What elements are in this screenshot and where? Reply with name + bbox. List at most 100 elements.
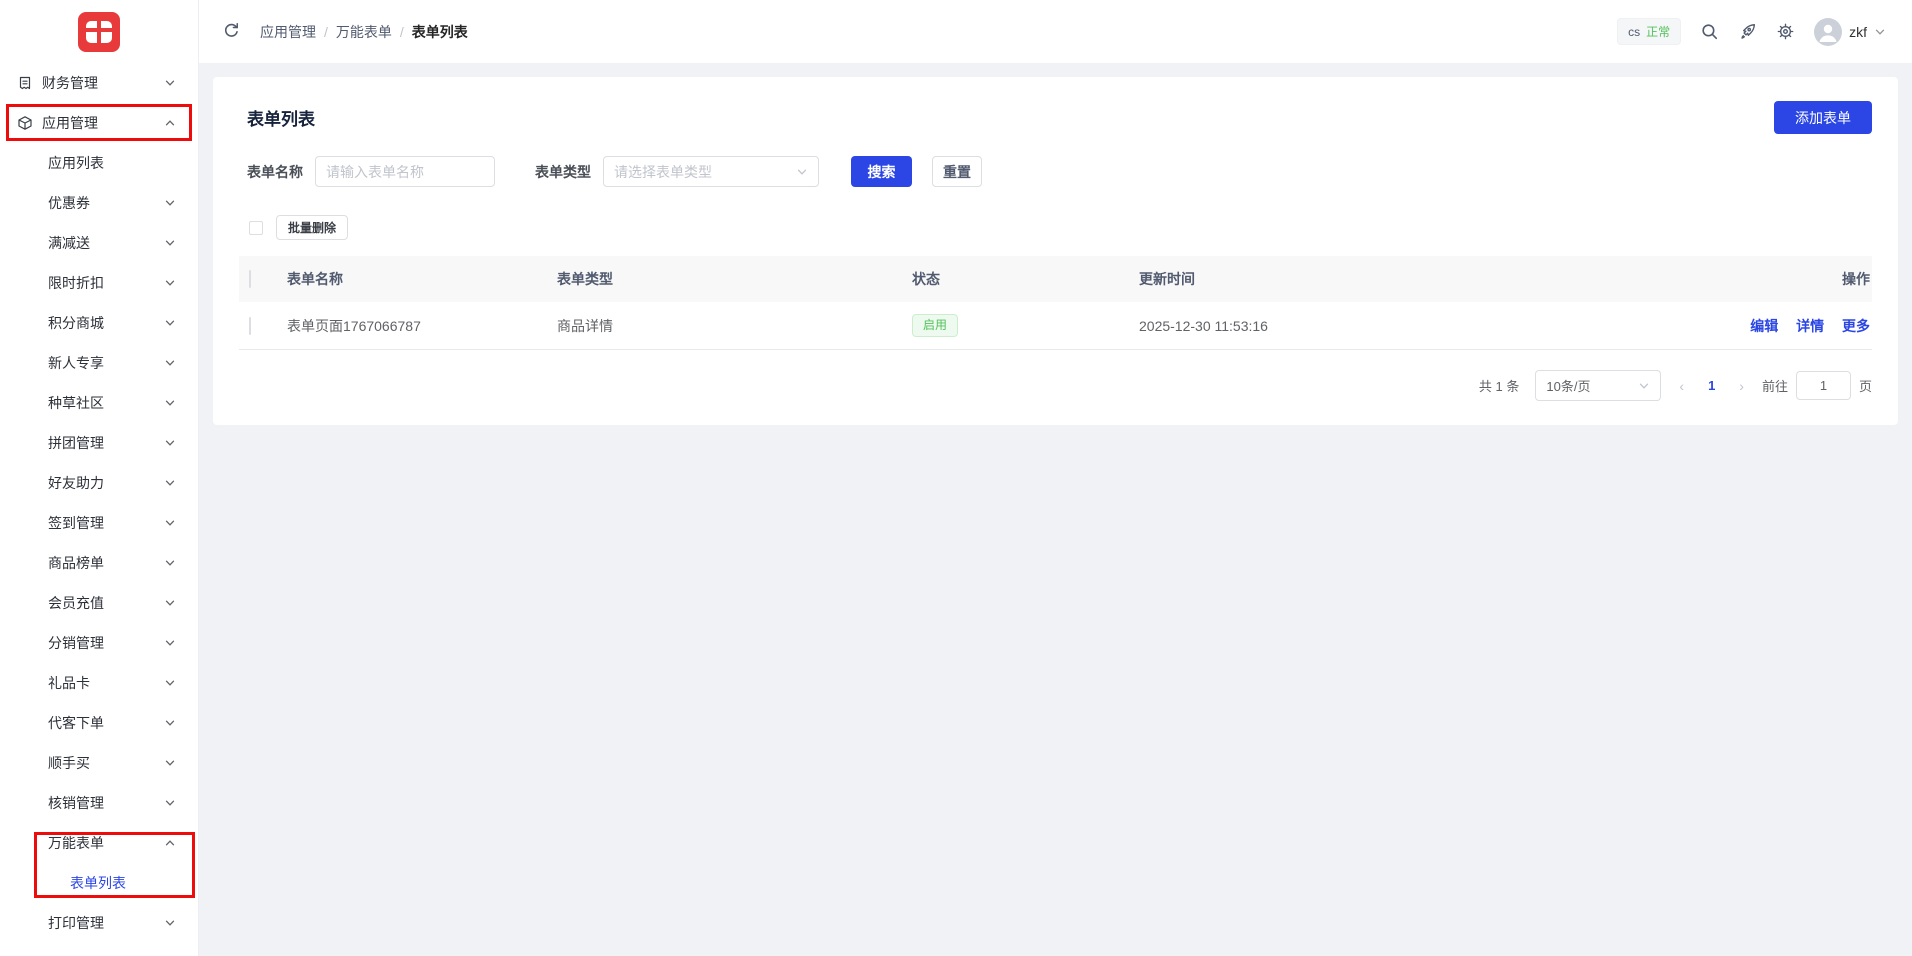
sidebar-menu: 财务管理 应用管理 应用列表 优惠券 满减送 限时折扣 积分商城 新人专享 种草… <box>0 63 198 943</box>
cell-updated-time: 2025-12-30 11:53:16 <box>1139 317 1268 334</box>
chevron-down-icon <box>164 277 176 289</box>
avatar <box>1814 17 1843 46</box>
rocket-icon[interactable] <box>1738 22 1757 41</box>
chevron-down-icon <box>164 677 176 689</box>
sidebar-item-product-ranking[interactable]: 商品榜单 <box>0 543 198 583</box>
more-link[interactable]: 更多 <box>1842 318 1870 334</box>
sidebar-item-full-discount[interactable]: 满减送 <box>0 223 198 263</box>
add-form-button[interactable]: 添加表单 <box>1774 101 1872 134</box>
search-icon[interactable] <box>1700 22 1719 41</box>
gear-icon[interactable] <box>1776 22 1795 41</box>
chevron-up-icon <box>164 117 176 129</box>
username: zkf <box>1849 23 1867 40</box>
finance-icon <box>17 75 33 91</box>
chevron-down-icon <box>164 317 176 329</box>
chevron-down-icon <box>164 437 176 449</box>
apps-icon <box>17 115 33 131</box>
chevron-down-icon <box>1640 383 1649 389</box>
main-area: 应用管理 / 万能表单 / 表单列表 cs 正常 zkf 表单列表 添加表单 表… <box>199 0 1912 425</box>
reset-button[interactable]: 重置 <box>932 156 982 187</box>
chevron-down-icon <box>164 797 176 809</box>
sidebar-item-points-mall[interactable]: 积分商城 <box>0 303 198 343</box>
sidebar-item-group-buy[interactable]: 拼团管理 <box>0 423 198 463</box>
breadcrumb-item[interactable]: 应用管理 <box>260 22 316 42</box>
sidebar-item-sign-in[interactable]: 签到管理 <box>0 503 198 543</box>
sidebar-item-friend-boost[interactable]: 好友助力 <box>0 463 198 503</box>
sidebar-item-valet-order[interactable]: 代客下单 <box>0 703 198 743</box>
page-title: 表单列表 <box>247 110 315 129</box>
sidebar-item-gift-card[interactable]: 礼品卡 <box>0 663 198 703</box>
sidebar-item-print[interactable]: 打印管理 <box>0 903 198 943</box>
sidebar-item-apps[interactable]: 应用管理 <box>0 103 198 143</box>
form-type-select[interactable]: 请选择表单类型 <box>603 156 819 187</box>
chevron-down-icon <box>164 357 176 369</box>
table-header-row: 表单名称 表单类型 状态 更新时间 操作 <box>239 256 1872 302</box>
current-page: 1 <box>1708 378 1716 393</box>
sidebar-item-universal-form[interactable]: 万能表单 <box>0 823 198 863</box>
batch-delete-button[interactable]: 批量删除 <box>276 215 349 240</box>
sidebar-item-newcomer[interactable]: 新人专享 <box>0 343 198 383</box>
select-all-checkbox[interactable] <box>249 220 263 235</box>
chevron-down-icon <box>164 397 176 409</box>
chevron-down-icon <box>797 169 807 175</box>
sidebar-item-app-list[interactable]: 应用列表 <box>0 143 198 183</box>
goto-label: 前往 <box>1761 379 1788 394</box>
next-page-button[interactable]: › <box>1735 378 1748 394</box>
cell-form-name: 表单页面1767066787 <box>287 317 421 334</box>
chevron-down-icon <box>164 77 176 89</box>
filter-bar: 表单名称 表单类型 请选择表单类型 搜索 重置 <box>239 156 1872 187</box>
goto-page-input[interactable] <box>1795 371 1851 400</box>
detail-link[interactable]: 详情 <box>1796 318 1824 334</box>
sidebar-item-impulse-buy[interactable]: 顺手买 <box>0 743 198 783</box>
chevron-down-icon <box>164 197 176 209</box>
sidebar-item-distribution[interactable]: 分销管理 <box>0 623 198 663</box>
status-ok-text: 正常 <box>1646 25 1671 39</box>
page-unit-label: 页 <box>1858 379 1872 394</box>
gift-icon <box>86 20 112 43</box>
edit-link[interactable]: 编辑 <box>1750 318 1778 334</box>
chevron-down-icon <box>164 637 176 649</box>
col-header-status: 状态 <box>912 271 940 287</box>
sidebar-item-form-list[interactable]: 表单列表 <box>0 863 198 903</box>
row-checkbox[interactable] <box>249 316 251 335</box>
chevron-up-icon <box>164 837 176 849</box>
topbar: 应用管理 / 万能表单 / 表单列表 cs 正常 zkf <box>199 0 1912 63</box>
chevron-down-icon <box>164 237 176 249</box>
search-button[interactable]: 搜索 <box>851 156 912 187</box>
chevron-down-icon <box>1875 29 1885 35</box>
form-name-input[interactable] <box>315 156 495 187</box>
status-badge: 启用 <box>912 313 959 338</box>
chevron-down-icon <box>164 557 176 569</box>
chevron-down-icon <box>164 597 176 609</box>
sidebar-item-finance[interactable]: 财务管理 <box>0 63 198 103</box>
form-table: 表单名称 表单类型 状态 更新时间 操作 表单页面1767066787 商品详情… <box>239 256 1872 350</box>
form-name-label: 表单名称 <box>247 163 303 180</box>
sidebar-item-community[interactable]: 种草社区 <box>0 383 198 423</box>
sidebar-item-coupon[interactable]: 优惠券 <box>0 183 198 223</box>
user-menu[interactable]: zkf <box>1814 17 1886 46</box>
env-status-badge: cs 正常 <box>1617 18 1682 45</box>
prev-page-button[interactable]: ‹ <box>1675 378 1688 394</box>
batch-action-bar: 批量删除 <box>239 215 1872 240</box>
table-row: 表单页面1767066787 商品详情 启用 2025-12-30 11:53:… <box>239 302 1872 350</box>
sidebar-item-member-recharge[interactable]: 会员充值 <box>0 583 198 623</box>
breadcrumb-current: 表单列表 <box>411 23 468 40</box>
chevron-down-icon <box>164 517 176 529</box>
app-logo[interactable] <box>78 11 120 52</box>
sidebar-item-time-discount[interactable]: 限时折扣 <box>0 263 198 303</box>
sidebar-item-label: 应用管理 <box>42 115 98 131</box>
form-type-label: 表单类型 <box>535 163 591 180</box>
chevron-down-icon <box>164 917 176 929</box>
pagination: 共 1 条 10条/页 ‹ 1 › 前往 页 <box>239 370 1872 401</box>
breadcrumb-item[interactable]: 万能表单 <box>336 22 392 42</box>
header-checkbox[interactable] <box>249 270 251 288</box>
form-list-card: 表单列表 添加表单 表单名称 表单类型 请选择表单类型 搜索 重置 批量删除 表… <box>213 77 1898 425</box>
breadcrumb: 应用管理 / 万能表单 / 表单列表 <box>260 22 468 42</box>
refresh-icon[interactable] <box>223 22 242 41</box>
col-header-type: 表单类型 <box>557 271 613 287</box>
col-header-name: 表单名称 <box>287 271 343 287</box>
col-header-updated: 更新时间 <box>1139 271 1195 287</box>
sidebar-item-verification[interactable]: 核销管理 <box>0 783 198 823</box>
page-size-select[interactable]: 10条/页 <box>1535 370 1662 401</box>
chevron-down-icon <box>164 477 176 489</box>
